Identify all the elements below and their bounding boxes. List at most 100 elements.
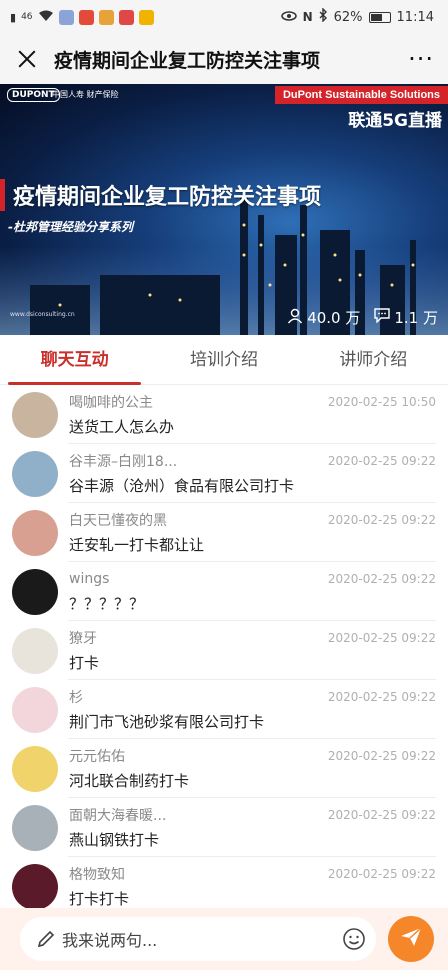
message-text: 打卡 — [69, 654, 100, 672]
message-text: ？？？？？ — [69, 595, 145, 613]
nickname: 面朝大海春暖... — [69, 808, 167, 824]
message-body: 喝咖啡的公主 2020-02-25 10:50 送货工人怎么办 — [69, 392, 436, 437]
nickname: wings — [69, 571, 110, 587]
emoji-icon[interactable] — [342, 927, 366, 951]
page-title: 疫情期间企业复工防控关注事项 — [54, 49, 321, 72]
status-right: N 62% 11:14 — [280, 7, 434, 26]
message-body: 白天已懂夜的黑 2020-02-25 09:22 迁安轧一打卡都让让 — [69, 510, 436, 555]
stats: 40.0 万 1.1 万 — [287, 307, 438, 328]
chat-message: 白天已懂夜的黑 2020-02-25 09:22 迁安轧一打卡都让让 — [0, 503, 448, 562]
pencil-icon — [36, 929, 56, 949]
viewer-count: 40.0 万 — [287, 307, 360, 328]
chat-message: 面朝大海春暖... 2020-02-25 09:22 燕山钢铁打卡 — [0, 798, 448, 857]
live-label: 联通5G直播 — [348, 111, 442, 131]
tab-training-intro[interactable]: 培训介绍 — [149, 335, 298, 385]
timestamp: 2020-02-25 09:22 — [327, 513, 436, 527]
battery-percent: 62% — [333, 9, 363, 25]
message-text: 荆门市飞池砂浆有限公司打卡 — [69, 713, 265, 731]
timestamp: 2020-02-25 09:22 — [327, 808, 436, 822]
sim-icon: ▮ — [10, 10, 17, 24]
message-body: 獠牙 2020-02-25 09:22 打卡 — [69, 628, 436, 673]
comment-count: 1.1 万 — [374, 307, 438, 328]
chat-message: 元元佑佑 2020-02-25 09:22 河北联合制药打卡 — [0, 739, 448, 798]
message-body: 元元佑佑 2020-02-25 09:22 河北联合制药打卡 — [69, 746, 436, 791]
more-icon[interactable]: ··· — [408, 47, 434, 71]
chat-message: 杉 2020-02-25 09:22 荆门市飞池砂浆有限公司打卡 — [0, 680, 448, 739]
chat-message: 喝咖啡的公主 2020-02-25 10:50 送货工人怎么办 — [0, 385, 448, 444]
app-notification-icon — [58, 9, 74, 25]
timestamp: 2020-02-25 09:22 — [327, 867, 436, 881]
timestamp: 2020-02-25 09:22 — [327, 454, 436, 468]
clock: 11:14 — [396, 9, 434, 25]
viewer-count-text: 40.0 万 — [307, 309, 361, 327]
avatar[interactable] — [12, 451, 58, 497]
wifi-icon — [38, 10, 54, 24]
message-text: 河北联合制药打卡 — [69, 772, 190, 790]
message-body: 面朝大海春暖... 2020-02-25 09:22 燕山钢铁打卡 — [69, 805, 436, 850]
avatar[interactable] — [12, 805, 58, 851]
message-body: 格物致知 2020-02-25 09:22 打卡打卡 — [69, 864, 436, 908]
close-icon[interactable] — [14, 46, 40, 72]
nfc-icon: N — [302, 10, 313, 24]
message-body: wings 2020-02-25 09:22 ？？？？？ — [69, 569, 436, 614]
sponsor-badge: DuPont Sustainable Solutions — [274, 86, 448, 104]
timestamp: 2020-02-25 09:22 — [327, 572, 436, 586]
avatar[interactable] — [12, 687, 58, 733]
timestamp: 2020-02-25 09:22 — [327, 749, 436, 763]
timestamp: 2020-02-25 09:22 — [327, 631, 436, 645]
message-text: 燕山钢铁打卡 — [69, 831, 160, 849]
message-body: 谷丰源–白刚18... 2020-02-25 09:22 谷丰源（沧州）食品有限公… — [69, 451, 436, 496]
app-notification-icon — [118, 9, 134, 25]
banner-url: www.dsiconsulting.cn — [10, 311, 75, 318]
input-placeholder: 我来说两句... — [62, 931, 158, 950]
banner-title: 疫情期间企业复工防控关注事项 — [0, 179, 321, 211]
avatar[interactable] — [12, 746, 58, 792]
message-body: 杉 2020-02-25 09:22 荆门市飞池砂浆有限公司打卡 — [69, 687, 436, 732]
signal-icon: 46 — [21, 11, 33, 22]
timestamp: 2020-02-25 09:22 — [327, 690, 436, 704]
banner-subtitle: -杜邦管理经验分享系列 — [8, 220, 133, 234]
avatar[interactable] — [12, 392, 58, 438]
nickname: 谷丰源–白刚18... — [69, 454, 178, 470]
comment-input[interactable]: 我来说两句... — [20, 917, 376, 961]
battery-icon — [368, 11, 391, 23]
message-text: 送货工人怎么办 — [69, 418, 175, 436]
chat-list[interactable]: 喝咖啡的公主 2020-02-25 10:50 送货工人怎么办 谷丰源–白刚18.… — [0, 385, 448, 908]
tab-lecturer-intro[interactable]: 讲师介绍 — [299, 335, 448, 385]
nickname: 元元佑佑 — [69, 749, 125, 765]
timestamp: 2020-02-25 10:50 — [327, 395, 436, 409]
chat-message: 獠牙 2020-02-25 09:22 打卡 — [0, 621, 448, 680]
bluetooth-icon — [319, 7, 328, 26]
message-text: 谷丰源（沧州）食品有限公司打卡 — [69, 477, 295, 495]
chat-message: wings 2020-02-25 09:22 ？？？？？ — [0, 562, 448, 621]
avatar[interactable] — [12, 864, 58, 908]
input-bar: 我来说两句... — [0, 908, 448, 970]
comment-icon — [374, 308, 391, 327]
chat-message: 格物致知 2020-02-25 09:22 打卡打卡 — [0, 857, 448, 908]
eye-icon — [280, 10, 297, 25]
nickname: 格物致知 — [69, 867, 125, 883]
comment-count-text: 1.1 万 — [394, 309, 438, 327]
avatar[interactable] — [12, 569, 58, 615]
chat-message: 谷丰源–白刚18... 2020-02-25 09:22 谷丰源（沧州）食品有限公… — [0, 444, 448, 503]
nickname: 白天已懂夜的黑 — [69, 513, 167, 529]
nickname: 獠牙 — [69, 631, 97, 647]
tab-chat[interactable]: 聊天互动 — [0, 335, 149, 385]
nickname: 杉 — [69, 690, 83, 706]
chinalife-logo: 中国人寿 财产保险 — [52, 90, 119, 99]
status-bar: ▮ 46 N 62% 11:14 — [0, 0, 448, 34]
app-notification-icon — [98, 9, 114, 25]
app-notification-icon — [78, 9, 94, 25]
avatar[interactable] — [12, 628, 58, 674]
send-button[interactable] — [388, 916, 434, 962]
message-text: 迁安轧一打卡都让让 — [69, 536, 205, 554]
live-banner[interactable]: DUPONT 中国人寿 财产保险 DuPont Sustainable Solu… — [0, 84, 448, 335]
paper-plane-icon — [399, 925, 423, 953]
message-text: 打卡打卡 — [69, 890, 130, 908]
title-bar: 疫情期间企业复工防控关注事项 ··· — [0, 34, 448, 84]
app-notification-icon — [138, 9, 154, 25]
person-icon — [287, 308, 303, 328]
tab-bar: 聊天互动 培训介绍 讲师介绍 — [0, 335, 448, 385]
status-left: ▮ 46 — [10, 9, 154, 25]
avatar[interactable] — [12, 510, 58, 556]
